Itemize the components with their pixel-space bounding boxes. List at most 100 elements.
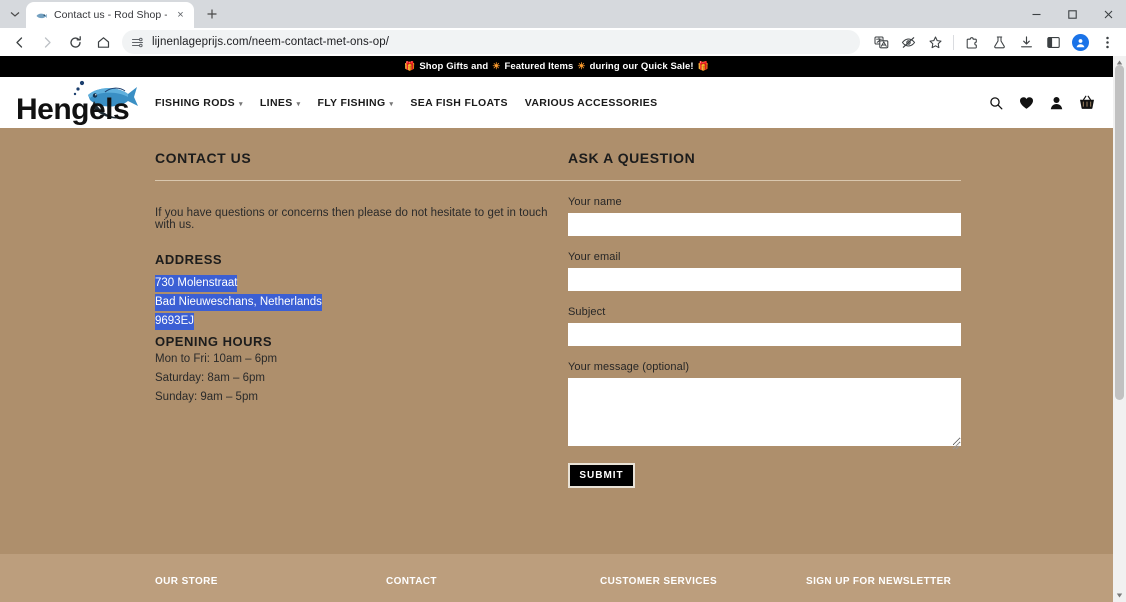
resize-grip-icon[interactable]	[952, 437, 960, 450]
address-line: Bad Nieuweschans, Netherlands	[155, 294, 322, 311]
main-content: CONTACT US If you have questions or conc…	[0, 128, 1113, 488]
hide-password-icon[interactable]	[895, 29, 921, 55]
home-icon[interactable]	[90, 29, 116, 55]
toolbar-actions	[868, 29, 1120, 55]
chevron-down-icon: ▾	[239, 100, 243, 108]
site-header: Hengels FISHING RODS ▾ LINES ▾ FLY FISHI…	[0, 77, 1113, 128]
account-person-icon[interactable]	[1050, 96, 1063, 110]
contact-intro-text: If you have questions or concerns then p…	[155, 207, 548, 231]
new-tab-button[interactable]	[199, 1, 225, 27]
site-settings-icon[interactable]	[130, 35, 145, 50]
scrollbar-thumb[interactable]	[1115, 65, 1124, 400]
fish-favicon	[35, 9, 48, 22]
header-icon-group	[989, 95, 1095, 110]
page-scrollbar[interactable]	[1113, 56, 1126, 602]
footer-heading-contact[interactable]: CONTACT	[386, 576, 600, 587]
footer-heading-newsletter[interactable]: SIGN UP FOR NEWSLETTER	[806, 576, 951, 587]
chrome-menu-icon[interactable]	[1094, 29, 1120, 55]
nav-item-various-accessories[interactable]: VARIOUS ACCESSORIES	[525, 97, 658, 109]
promo-banner: 🎁 Shop Gifts and ☀ Featured Items ☀ duri…	[0, 56, 1113, 77]
page-viewport: 🎁 Shop Gifts and ☀ Featured Items ☀ duri…	[0, 56, 1126, 602]
url-text: lijnenlageprijs.com/neem-contact-met-ons…	[152, 36, 390, 48]
address-line: 730 Molenstraat	[155, 275, 238, 292]
submit-button[interactable]: SUBMIT	[568, 463, 635, 488]
cart-basket-icon[interactable]	[1079, 95, 1095, 110]
site-footer: OUR STORE CONTACT CUSTOMER SERVICES SIGN…	[0, 554, 1113, 602]
sun-icon-left: ☀	[492, 61, 501, 71]
field-label: Your email	[568, 251, 621, 263]
nav-item-fishing-rods[interactable]: FISHING RODS ▾	[155, 97, 243, 109]
opening-hours-heading: OPENING HOURS	[155, 334, 273, 349]
promo-text-2: Featured Items	[504, 61, 574, 72]
reload-icon[interactable]	[62, 29, 88, 55]
footer-heading-our-store[interactable]: OUR STORE	[155, 576, 386, 587]
nav-item-lines[interactable]: LINES ▾	[260, 97, 301, 109]
page-title: CONTACT US	[155, 150, 252, 166]
bookmark-star-icon[interactable]	[922, 29, 948, 55]
contact-column: CONTACT US If you have questions or conc…	[155, 150, 568, 488]
scroll-down-arrow-icon[interactable]	[1113, 589, 1126, 602]
tab-title: Contact us - Rod Shop - https	[54, 9, 167, 21]
browser-tab[interactable]: Contact us - Rod Shop - https ×	[26, 2, 194, 28]
hours-line: Saturday: 8am – 6pm	[155, 371, 265, 384]
extensions-icon[interactable]	[959, 29, 985, 55]
browser-window: Contact us - Rod Shop - https ×	[0, 0, 1126, 602]
subject-input[interactable]	[568, 323, 961, 346]
address-block: 730 Molenstraat Bad Nieuweschans, Nether…	[155, 273, 568, 330]
maximize-icon[interactable]	[1054, 0, 1090, 28]
nav-label: LINES	[259, 96, 293, 109]
browser-toolbar: lijnenlageprijs.com/neem-contact-met-ons…	[0, 28, 1126, 56]
footer-heading-customer-services[interactable]: CUSTOMER SERVICES	[600, 576, 806, 587]
translate-icon[interactable]	[868, 29, 894, 55]
question-form-column: ASK A QUESTION Your name Your email Subj…	[568, 150, 961, 488]
field-your-email: Your email	[568, 251, 961, 291]
lab-flask-icon[interactable]	[986, 29, 1012, 55]
back-icon[interactable]	[6, 29, 32, 55]
form-heading: ASK A QUESTION	[568, 150, 696, 166]
name-input[interactable]	[568, 213, 961, 236]
tab-strip: Contact us - Rod Shop - https ×	[0, 0, 1126, 28]
close-window-icon[interactable]	[1090, 0, 1126, 28]
field-label: Subject	[568, 306, 606, 318]
site-logo[interactable]: Hengels	[10, 73, 150, 131]
downloads-icon[interactable]	[1013, 29, 1039, 55]
gift-icon-left: 🎁	[404, 61, 416, 71]
minimize-icon[interactable]	[1018, 0, 1054, 28]
field-subject: Subject	[568, 306, 961, 346]
gift-icon-right: 🎁	[697, 61, 709, 71]
window-controls	[1018, 0, 1126, 28]
chevron-down-icon: ▾	[389, 100, 394, 108]
contact-heading-rule	[155, 180, 568, 181]
nav-item-sea-fish-floats[interactable]: SEA FISH FLOATS	[410, 97, 507, 109]
form-heading-rule	[568, 180, 961, 181]
field-label: Your name	[568, 196, 622, 208]
footer-columns: OUR STORE CONTACT CUSTOMER SERVICES SIGN…	[155, 576, 1113, 587]
main-nav: FISHING RODS ▾ LINES ▾ FLY FISHING ▾ SEA…	[155, 97, 657, 109]
toolbar-divider	[953, 34, 954, 50]
hours-line: Mon to Fri: 10am – 6pm	[155, 353, 278, 365]
close-icon[interactable]: ×	[173, 8, 188, 23]
hours-line: Sunday: 9am – 5pm	[155, 390, 258, 403]
search-icon[interactable]	[989, 96, 1003, 110]
address-bar[interactable]: lijnenlageprijs.com/neem-contact-met-ons…	[122, 30, 860, 54]
email-input[interactable]	[568, 268, 961, 291]
sun-icon-right: ☀	[577, 61, 586, 71]
tab-search-button[interactable]	[4, 1, 26, 27]
address-heading: ADDRESS	[155, 252, 223, 267]
chevron-down-icon: ▾	[296, 100, 301, 108]
side-panel-icon[interactable]	[1040, 29, 1066, 55]
message-textarea[interactable]	[568, 378, 961, 446]
field-label: Your message (optional)	[568, 361, 690, 373]
forward-icon[interactable]	[34, 29, 60, 55]
promo-text: 🎁 Shop Gifts and ☀ Featured Items ☀ duri…	[404, 61, 709, 72]
web-page: 🎁 Shop Gifts and ☀ Featured Items ☀ duri…	[0, 56, 1113, 602]
profile-avatar-icon[interactable]	[1067, 29, 1093, 55]
submit-label: SUBMIT	[579, 470, 624, 481]
nav-label: FLY FISHING	[317, 96, 386, 109]
address-line: 9693EJ	[155, 313, 195, 330]
field-your-message: Your message (optional)	[568, 361, 961, 450]
nav-item-fly-fishing[interactable]: FLY FISHING ▾	[317, 97, 393, 109]
field-your-name: Your name	[568, 196, 961, 236]
wishlist-heart-icon[interactable]	[1019, 96, 1034, 110]
nav-label: FISHING RODS	[155, 96, 236, 109]
